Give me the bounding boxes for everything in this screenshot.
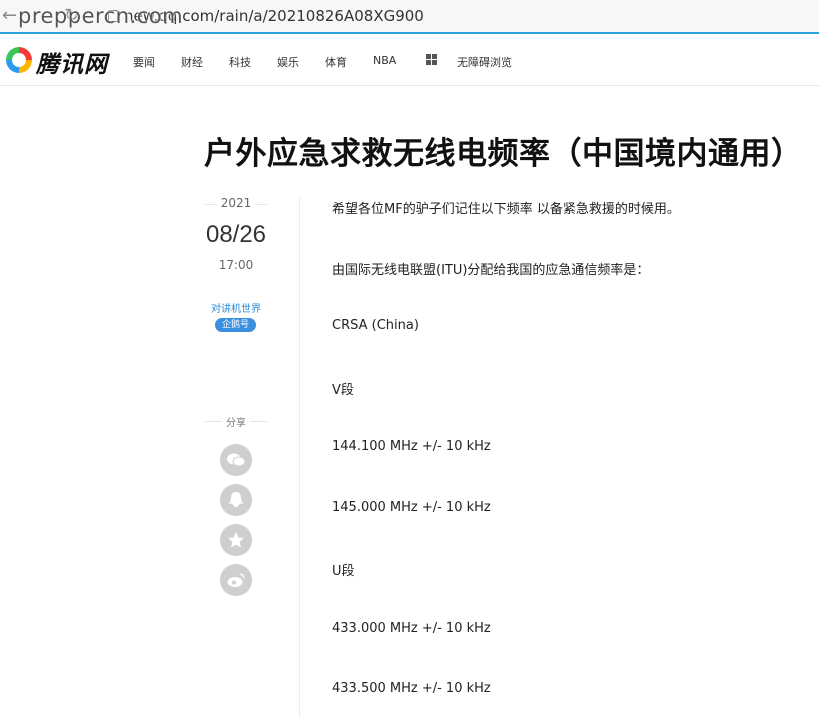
logo-text: 腾讯网 xyxy=(36,52,108,78)
penguin-logo-icon xyxy=(6,47,32,73)
author-badge: 企鹅号 xyxy=(215,318,256,332)
nav-item-sports[interactable]: 体育 xyxy=(325,54,347,70)
paragraph: 由国际无线电联盟(ITU)分配给我国的应急通信频率是： xyxy=(332,263,650,278)
publish-year: 2021 xyxy=(200,196,272,210)
paragraph: 希望各位MF的驴子们记住以下频率 以备紧急救援的时候用。 xyxy=(332,202,680,217)
back-arrow-icon[interactable]: ← xyxy=(2,6,17,26)
paragraph: 144.100 MHz +/- 10 kHz xyxy=(332,439,491,454)
watermark-text: preppercn.com xyxy=(18,4,184,28)
qq-icon xyxy=(229,492,243,507)
grid-menu-icon[interactable] xyxy=(426,54,437,65)
publish-date: 08/26 xyxy=(205,221,267,248)
wechat-icon xyxy=(227,453,246,467)
paragraph: V段 xyxy=(332,383,354,398)
browser-toolbar: ← ↻ new.qq.com/rain/a/20210826A08XG900 p… xyxy=(0,0,819,34)
favorite-share-button[interactable] xyxy=(220,524,252,556)
column-divider xyxy=(299,198,300,718)
paragraph: 145.000 MHz +/- 10 kHz xyxy=(332,500,491,515)
accessibility-link[interactable]: 无障碍浏览 xyxy=(457,54,512,70)
share-label: 分享 xyxy=(200,414,272,429)
article-title: 户外应急求救无线电频率（中国境内通用） xyxy=(204,136,803,172)
star-icon xyxy=(228,532,244,548)
nav-item-nba[interactable]: NBA xyxy=(373,54,396,67)
author-link[interactable]: 对讲机世界 xyxy=(200,300,272,315)
site-header: 腾讯网 要闻 财经 科技 娱乐 体育 NBA 无障碍浏览 xyxy=(0,36,819,86)
nav-item-tech[interactable]: 科技 xyxy=(229,54,251,70)
paragraph: 433.000 MHz +/- 10 kHz xyxy=(332,621,491,636)
publish-time: 17:00 xyxy=(218,258,254,272)
nav-item-finance[interactable]: 财经 xyxy=(181,54,203,70)
weibo-share-button[interactable] xyxy=(220,564,252,596)
paragraph: U段 xyxy=(332,564,355,579)
nav-item-entertainment[interactable]: 娱乐 xyxy=(277,54,299,70)
wechat-share-button[interactable] xyxy=(220,444,252,476)
site-logo[interactable]: 腾讯网 xyxy=(6,45,112,78)
paragraph: CRSA (China) xyxy=(332,318,419,333)
nav-item-news[interactable]: 要闻 xyxy=(133,54,155,70)
weibo-icon xyxy=(227,573,245,587)
qq-share-button[interactable] xyxy=(220,484,252,516)
paragraph: 433.500 MHz +/- 10 kHz xyxy=(332,681,491,696)
